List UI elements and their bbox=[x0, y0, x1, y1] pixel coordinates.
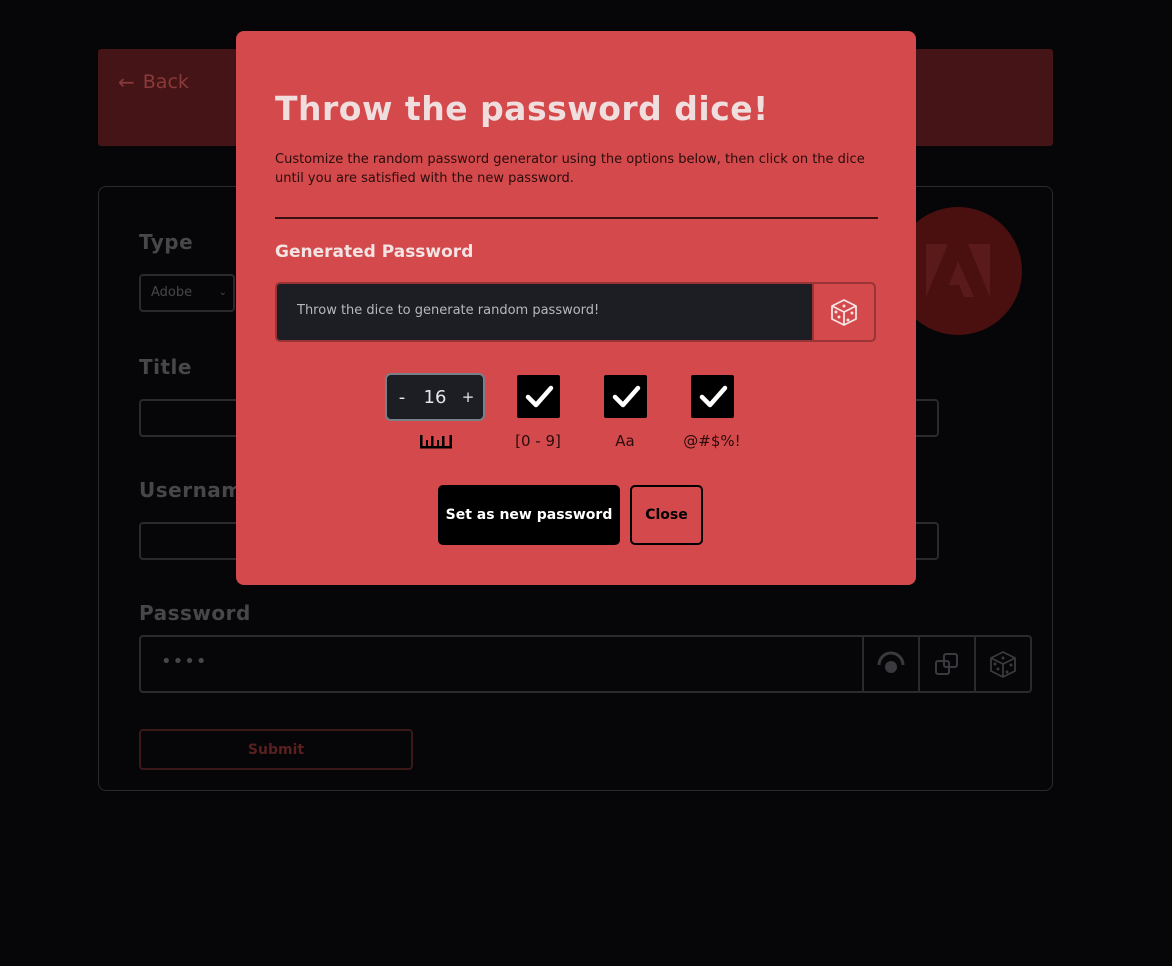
checkmark-icon bbox=[525, 385, 553, 407]
copy-password-button[interactable] bbox=[918, 637, 974, 691]
type-select[interactable]: Adobe ⌄ bbox=[139, 274, 235, 312]
modal-title: Throw the password dice! bbox=[275, 89, 769, 128]
generate-password-button[interactable] bbox=[974, 637, 1030, 691]
chevron-down-icon: ⌄ bbox=[218, 287, 227, 298]
checkmark-icon bbox=[612, 385, 640, 407]
length-stepper: - 16 + bbox=[385, 373, 485, 421]
set-password-button[interactable]: Set as new password bbox=[438, 485, 620, 545]
eye-icon bbox=[877, 651, 905, 673]
dice-icon bbox=[990, 651, 1016, 678]
ruler-icon bbox=[419, 433, 453, 453]
password-group: •••• bbox=[139, 635, 1032, 693]
back-label: Back bbox=[142, 71, 189, 93]
password-label: Password bbox=[139, 601, 251, 625]
title-label: Title bbox=[139, 355, 192, 379]
toggle-visibility-button[interactable] bbox=[862, 637, 918, 691]
modal-description: Customize the random password generator … bbox=[275, 152, 865, 186]
type-label: Type bbox=[139, 230, 194, 254]
increase-length-button[interactable]: + bbox=[461, 388, 475, 406]
password-input[interactable]: •••• bbox=[141, 637, 862, 691]
letters-checkbox[interactable] bbox=[604, 375, 647, 418]
throw-dice-button[interactable] bbox=[812, 284, 874, 340]
generated-password-input[interactable]: Throw the dice to generate random passwo… bbox=[277, 284, 812, 340]
digits-option-label: [0 - 9] bbox=[515, 432, 561, 450]
close-modal-button[interactable]: Close bbox=[630, 485, 703, 545]
length-value[interactable]: 16 bbox=[424, 387, 447, 408]
decrease-length-button[interactable]: - bbox=[395, 387, 409, 408]
symbols-option-label: @#$%! bbox=[683, 432, 741, 450]
generated-password-label: Generated Password bbox=[275, 242, 474, 262]
letters-option-label: Aa bbox=[615, 432, 635, 450]
back-link[interactable]: ← Back bbox=[118, 70, 189, 94]
symbols-checkbox[interactable] bbox=[691, 375, 734, 418]
copy-icon bbox=[935, 653, 958, 675]
digits-checkbox[interactable] bbox=[517, 375, 560, 418]
submit-button[interactable]: Submit bbox=[139, 729, 413, 770]
checkmark-icon bbox=[699, 385, 727, 407]
generated-password-group: Throw the dice to generate random passwo… bbox=[275, 282, 876, 342]
arrow-left-icon: ← bbox=[118, 70, 135, 94]
type-select-value: Adobe bbox=[151, 285, 193, 300]
dice-icon bbox=[831, 299, 857, 326]
modal-divider bbox=[275, 217, 878, 219]
